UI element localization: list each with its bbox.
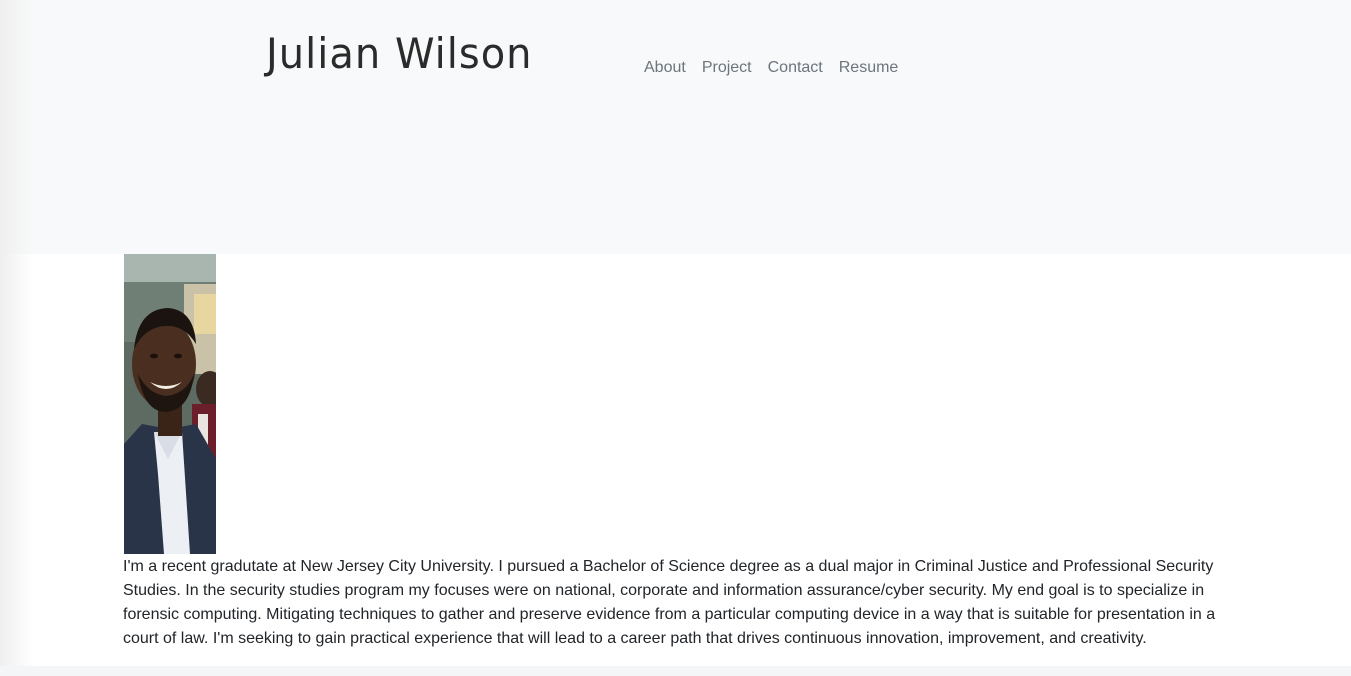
nav-link-project[interactable]: Project <box>694 58 760 78</box>
brand-logo[interactable]: Julian Wilson <box>266 30 533 78</box>
main-nav: About Project Contact Resume <box>636 58 906 78</box>
nav-link-contact[interactable]: Contact <box>760 58 831 78</box>
about-bio-text: I'm a recent gradutate at New Jersey Cit… <box>123 558 1216 647</box>
profile-photo <box>124 254 216 554</box>
site-header: Julian Wilson About Project Contact Resu… <box>0 0 1351 254</box>
nav-link-about[interactable]: About <box>636 58 694 78</box>
nav-link-resume[interactable]: Resume <box>831 58 907 78</box>
page: Julian Wilson About Project Contact Resu… <box>0 0 1351 676</box>
footer-divider <box>0 666 1351 676</box>
